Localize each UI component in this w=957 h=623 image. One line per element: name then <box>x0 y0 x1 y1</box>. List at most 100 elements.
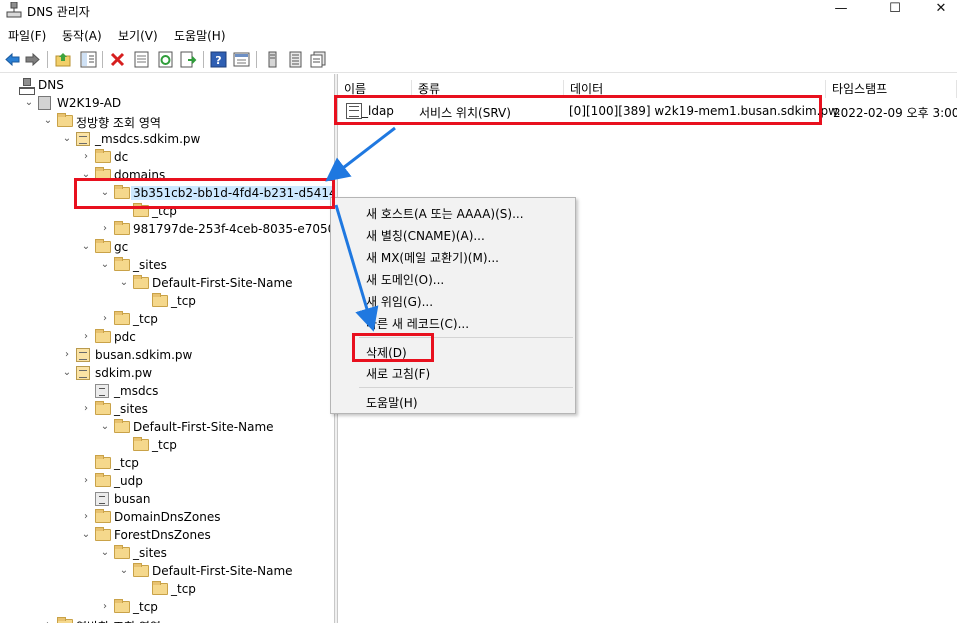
maximize-button[interactable]: ☐ <box>872 0 918 20</box>
close-button[interactable]: ✕ <box>918 0 957 20</box>
tree-node[interactable]: _tcp <box>118 436 334 454</box>
tree-node[interactable]: › DomainDnsZones <box>80 508 334 526</box>
column-header-type[interactable]: 종류 <box>412 80 564 98</box>
collapse-arrow-icon[interactable]: ⌄ <box>61 132 73 146</box>
tree-node[interactable]: _tcp <box>137 580 334 598</box>
tree-node[interactable]: › pdc <box>80 328 334 346</box>
export-list-icon[interactable] <box>180 51 197 68</box>
show-hide-tree-icon[interactable] <box>80 51 97 68</box>
expand-arrow-icon[interactable]: › <box>99 600 111 614</box>
expand-arrow-icon[interactable]: › <box>80 474 92 488</box>
collapse-arrow-icon[interactable]: ⌄ <box>61 366 73 380</box>
expand-arrow-icon[interactable]: › <box>80 510 92 524</box>
folder-icon <box>114 221 130 236</box>
expand-arrow-icon[interactable]: › <box>80 330 92 344</box>
expand-arrow-icon[interactable]: › <box>80 150 92 164</box>
tree-node[interactable]: ⌄ _msdcs.sdkim.pw <box>61 130 334 148</box>
console-tree[interactable]: DNS ⌄ W2K19-AD ⌄ 정방향 조회 영역 ⌄ _msdcs.sdkim.pw › d… <box>0 76 334 623</box>
tree-node[interactable]: ⌄ 정방향 조회 영역 <box>42 112 334 130</box>
tree-node[interactable]: › _tcp <box>99 598 334 616</box>
tree-node[interactable]: › 981797de-253f-4ceb-8035-e705056e5 <box>99 220 334 238</box>
toolbar-separator <box>203 51 204 68</box>
tree-node-label: pdc <box>114 330 136 344</box>
collapse-arrow-icon[interactable]: ⌄ <box>80 168 92 182</box>
menu-action[interactable]: 동작(A) <box>62 27 102 44</box>
tree-node[interactable]: › _udp <box>80 472 334 490</box>
tree-node[interactable]: busan <box>80 490 334 508</box>
menu-file[interactable]: 파일(F) <box>8 27 46 44</box>
zone-icon[interactable] <box>287 51 304 68</box>
menu-new-host[interactable]: 새 호스트(A 또는 AAAA)(S)... <box>366 205 524 222</box>
tree-node[interactable]: ⌄ W2K19-AD <box>23 94 334 112</box>
tree-node-label: 981797de-253f-4ceb-8035-e705056e5 <box>133 222 334 236</box>
tree-node[interactable]: _tcp <box>118 202 334 220</box>
menu-help-item[interactable]: 도움말(H) <box>366 394 418 411</box>
menu-refresh[interactable]: 새로 고침(F) <box>366 365 430 382</box>
collapse-arrow-icon[interactable]: ⌄ <box>99 186 111 200</box>
refresh-icon[interactable] <box>157 51 174 68</box>
tree-node[interactable]: ⌄ Default-First-Site-Name <box>118 274 334 292</box>
collapse-arrow-icon[interactable]: ⌄ <box>118 564 130 578</box>
collapse-arrow-icon[interactable]: ⌄ <box>99 258 111 272</box>
collapse-arrow-icon[interactable]: ⌄ <box>80 240 92 254</box>
tree-node[interactable]: ⌄ Default-First-Site-Name <box>118 562 334 580</box>
tree-node[interactable]: _tcp <box>80 454 334 472</box>
tree-node[interactable]: ⌄ _sites <box>99 544 334 562</box>
tree-node[interactable]: › _sites <box>80 400 334 418</box>
expand-arrow-icon[interactable]: › <box>80 402 92 416</box>
zone-icon <box>76 348 92 362</box>
collapse-arrow-icon[interactable]: ⌄ <box>118 276 130 290</box>
column-header-data[interactable]: 데이터 <box>564 80 826 98</box>
tree-node[interactable]: › _tcp <box>99 310 334 328</box>
expand-arrow-icon[interactable]: › <box>99 312 111 326</box>
column-header-timestamp[interactable]: 타임스탬프 <box>826 80 957 98</box>
folder-icon <box>95 509 111 524</box>
tree-node[interactable]: ⌄ ForestDnsZones <box>80 526 334 544</box>
menu-view[interactable]: 보기(V) <box>118 27 158 44</box>
forward-arrow-icon[interactable] <box>24 51 41 68</box>
tree-node-label: _tcp <box>152 204 177 218</box>
tree-node[interactable]: › dc <box>80 148 334 166</box>
tree-node[interactable]: ⌄ sdkim.pw <box>61 364 334 382</box>
tree-node-label: domains <box>114 168 166 182</box>
tree-node[interactable]: ⌄ Default-First-Site-Name <box>99 418 334 436</box>
menu-help[interactable]: 도움말(H) <box>174 27 226 44</box>
expand-arrow-icon[interactable]: › <box>61 348 73 362</box>
tree-node[interactable]: ⌄ domains <box>80 166 334 184</box>
tree-node[interactable]: ⌄ gc <box>80 238 334 256</box>
collapse-arrow-icon[interactable]: ⌄ <box>99 420 111 434</box>
menu-new-alias[interactable]: 새 별칭(CNAME)(A)... <box>366 227 485 244</box>
menu-delete[interactable]: 삭제(D) <box>366 344 407 361</box>
tree-node[interactable]: ⌄ 3b351cb2-bb1d-4fd4-b231-d54147e0e <box>99 184 334 202</box>
collapse-arrow-icon[interactable]: ⌄ <box>99 546 111 560</box>
menu-new-delegation[interactable]: 새 위임(G)... <box>366 293 433 310</box>
tree-node[interactable]: ⌄ _sites <box>99 256 334 274</box>
tree-node[interactable]: _tcp <box>137 292 334 310</box>
properties-icon[interactable] <box>133 51 150 68</box>
tree-node-label: dc <box>114 150 129 164</box>
tree-node[interactable]: › busan.sdkim.pw <box>61 346 334 364</box>
minimize-button[interactable]: — <box>818 0 864 20</box>
record-row[interactable]: _ldap 서비스 위치(SRV) [0][100][389] w2k19-me… <box>342 100 957 120</box>
help-icon[interactable]: ? <box>210 51 227 68</box>
tree-node[interactable]: _msdcs <box>80 382 334 400</box>
collapse-arrow-icon[interactable]: ⌄ <box>42 114 54 128</box>
server-icon[interactable] <box>264 51 281 68</box>
menu-new-domain[interactable]: 새 도메인(O)... <box>366 271 444 288</box>
back-arrow-icon[interactable] <box>4 51 21 68</box>
delete-icon[interactable] <box>109 51 126 68</box>
column-header-name[interactable]: 이름 <box>338 80 412 98</box>
tree-node-label: W2K19-AD <box>57 96 122 110</box>
expand-arrow-icon[interactable]: › <box>42 618 54 623</box>
up-folder-icon[interactable] <box>55 51 72 68</box>
tree-node[interactable]: DNS <box>4 76 334 95</box>
records-icon[interactable] <box>310 51 327 68</box>
menu-new-mx[interactable]: 새 MX(메일 교환기)(M)... <box>366 249 499 266</box>
collapse-arrow-icon[interactable]: ⌄ <box>23 96 35 110</box>
expand-arrow-icon[interactable]: › <box>99 222 111 236</box>
mmc-icon[interactable] <box>233 51 250 68</box>
menu-other-new-records[interactable]: 다른 새 레코드(C)... <box>366 315 469 332</box>
collapse-arrow-icon[interactable]: ⌄ <box>80 528 92 542</box>
tree-node[interactable]: › 역방향 조회 영역 <box>42 616 334 623</box>
